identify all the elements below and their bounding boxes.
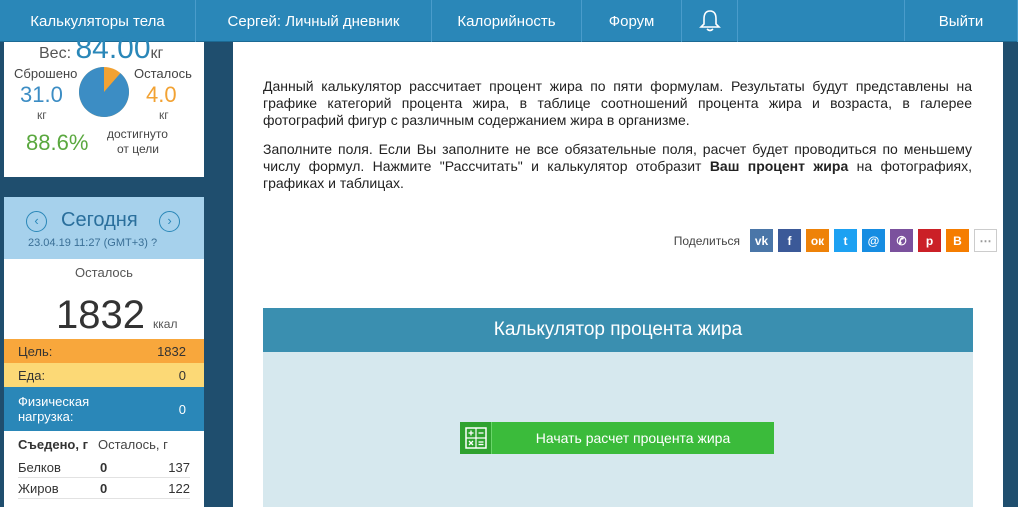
food-row: Еда: 0 <box>4 363 204 387</box>
weight-current: Вес: 84.00кг <box>39 32 163 66</box>
share-twitter-button[interactable]: t <box>834 229 857 252</box>
chevron-right-icon: › <box>167 213 172 228</box>
more-icon: ⋯ <box>979 233 992 248</box>
goal-row: Цель: 1832 <box>4 339 204 363</box>
vk-icon: vk <box>754 233 769 248</box>
share-viber-button[interactable]: ✆ <box>890 229 913 252</box>
nutrient-remain: 137 <box>168 459 190 475</box>
food-label: Еда: <box>18 367 46 383</box>
kcal-remain-value: 1832 <box>56 293 145 337</box>
nav-label: Форум <box>608 12 655 30</box>
pie-done-slice <box>79 67 129 117</box>
list-item: Жиров 0 122 <box>18 478 190 499</box>
nutrient-eaten: 0 <box>100 459 108 475</box>
today-header: ‹ Сегодня › 23.04.19 11:27 (GMT+3) ? <box>4 197 204 259</box>
main-content: Данный калькулятор рассчитает процент жи… <box>233 42 1003 507</box>
nav-label: Сергей: Личный дневник <box>227 12 400 30</box>
fat-calculator-panel: Калькулятор процента жира Начать расчет … <box>263 308 973 507</box>
odnoklassniki-icon: ок <box>810 233 825 248</box>
activity-label-line1: Физическая <box>18 394 90 409</box>
activity-label: Физическая нагрузка: <box>18 394 89 424</box>
weight-unit: кг <box>150 45 164 62</box>
bell-icon <box>698 10 721 32</box>
weight-value: 84.00 <box>75 32 151 65</box>
nutrients-header: Съедено, г Осталось, г <box>18 437 168 452</box>
kcal-unit: ккал <box>153 317 178 331</box>
goal-percent-label: достигнуто <box>107 127 168 141</box>
calculator-title-text: Калькулятор процента жира <box>493 319 743 340</box>
share-blogger-button[interactable]: B <box>946 229 969 252</box>
goal-percent-label-2: от цели <box>117 142 159 156</box>
share-bar: Поделиться vk f ок t @ ✆ p B ⋯ <box>674 229 997 252</box>
moimir-icon: @ <box>867 233 880 248</box>
date-text: 23.04.19 11:27 (GMT+3) <box>28 237 148 249</box>
weight-progress-pie <box>79 67 129 117</box>
next-day-button[interactable]: › <box>159 211 180 232</box>
nav-spacer <box>738 0 905 41</box>
eaten-header: Съедено, г <box>18 437 89 452</box>
nav-label: Калькуляторы тела <box>30 12 165 30</box>
nutrient-name: Жиров <box>18 480 59 496</box>
activity-label-line2: нагрузка: <box>18 409 74 424</box>
share-more-button[interactable]: ⋯ <box>974 229 997 252</box>
left-sidebar: Вес: 84.00кг Сброшено 31.0 кг Осталось 4… <box>0 32 205 507</box>
twitter-icon: t <box>843 233 848 248</box>
calculator-title: Калькулятор процента жира <box>263 308 973 352</box>
kcal-remain-label: Осталось <box>75 265 133 280</box>
intro-2-bold: Ваш процент жира <box>709 158 849 174</box>
nav-label: Калорийность <box>457 12 556 30</box>
weight-label: Вес: <box>39 45 72 62</box>
goal-percent: 88.6% <box>26 130 89 155</box>
intro-paragraph-1: Данный калькулятор рассчитает процент жи… <box>263 78 972 128</box>
lost-value: 31.0 <box>20 82 63 107</box>
weight-card: Вес: 84.00кг Сброшено 31.0 кг Осталось 4… <box>4 32 204 177</box>
blogger-icon: B <box>953 233 962 248</box>
nutrient-remain: 122 <box>168 480 190 496</box>
logout-label: Выйти <box>938 12 984 30</box>
left-unit: кг <box>159 108 169 122</box>
goal-value: 1832 <box>157 343 186 359</box>
share-facebook-button[interactable]: f <box>778 229 801 252</box>
chevron-left-icon: ‹ <box>34 213 39 228</box>
facebook-icon: f <box>787 233 792 248</box>
activity-value: 0 <box>178 401 186 417</box>
calculator-icon <box>460 422 492 454</box>
left-label: Осталось <box>134 66 192 81</box>
intro-text: Данный калькулятор рассчитает процент жи… <box>263 78 972 192</box>
nutrient-eaten: 0 <box>100 480 108 496</box>
help-link[interactable]: ? <box>151 237 157 249</box>
nav-forum[interactable]: Форум <box>582 0 682 42</box>
share-vk-button[interactable]: vk <box>750 229 773 252</box>
viber-icon: ✆ <box>896 233 907 248</box>
list-item: Белков 0 137 <box>18 457 190 478</box>
remain-header: Осталось, г <box>98 437 168 452</box>
pinterest-icon: p <box>925 233 934 248</box>
nav-calories[interactable]: Калорийность <box>432 0 582 42</box>
food-value: 0 <box>178 367 186 383</box>
notifications-button[interactable] <box>682 0 738 42</box>
lost-label: Сброшено <box>14 66 78 81</box>
share-pinterest-button[interactable]: p <box>918 229 941 252</box>
goal-label: Цель: <box>18 343 53 359</box>
nutrient-name: Белков <box>18 459 61 475</box>
share-label: Поделиться <box>673 233 740 248</box>
intro-paragraph-2: Заполните поля. Если Вы заполните не все… <box>263 141 972 192</box>
start-calculation-button[interactable]: Начать расчет процента жира <box>460 422 774 454</box>
prev-day-button[interactable]: ‹ <box>26 211 47 232</box>
logout-button[interactable]: Выйти <box>905 0 1018 42</box>
nav-personal-diary[interactable]: Сергей: Личный дневник <box>196 0 432 49</box>
lost-unit: кг <box>37 108 47 122</box>
today-title: Сегодня <box>61 209 138 231</box>
today-card: ‹ Сегодня › 23.04.19 11:27 (GMT+3) ? Ост… <box>4 197 204 507</box>
left-value: 4.0 <box>146 82 177 107</box>
share-moimir-button[interactable]: @ <box>862 229 885 252</box>
start-calculation-label: Начать расчет процента жира <box>535 430 731 446</box>
activity-row: Физическая нагрузка: 0 <box>4 387 204 431</box>
today-date: 23.04.19 11:27 (GMT+3) ? <box>28 237 157 249</box>
share-odnoklassniki-button[interactable]: ок <box>806 229 829 252</box>
